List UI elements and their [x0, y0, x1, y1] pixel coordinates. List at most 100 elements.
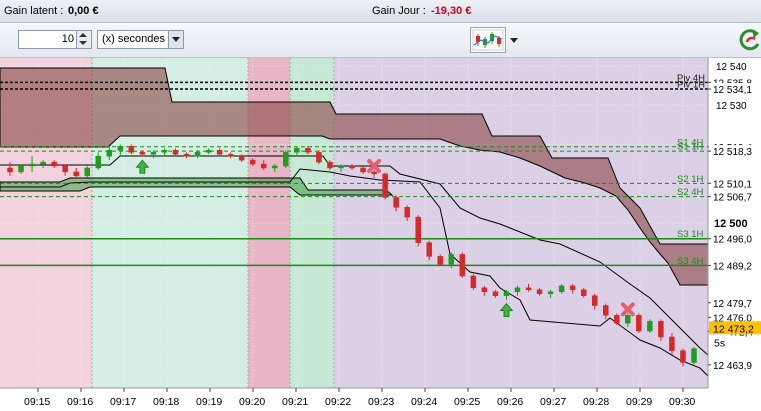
time-label: 09:24 — [411, 396, 437, 408]
time-label: 09:27 — [540, 396, 566, 408]
candle-down — [139, 152, 146, 155]
time-label: 09:30 — [669, 396, 695, 408]
candle-down — [580, 289, 587, 296]
level-label: Piv 1H — [677, 80, 705, 91]
candle-down — [569, 285, 576, 291]
chevron-down-icon — [510, 38, 518, 43]
candle-up — [18, 165, 24, 173]
interval-spinner[interactable]: 10 — [18, 30, 92, 49]
candle-down — [680, 350, 686, 363]
candle-down — [636, 315, 642, 332]
gain-jour-value: -19,30 € — [431, 5, 472, 17]
current-price-label: 12 473,2 — [713, 323, 754, 335]
gain-jour-label: Gain Jour : — [372, 5, 426, 17]
candle-down — [260, 163, 267, 169]
candle-down — [614, 315, 620, 324]
candle-down — [426, 242, 432, 257]
candle-up — [448, 254, 455, 265]
level-label: S3 4H — [677, 256, 704, 267]
candle-up — [691, 348, 697, 363]
level-label: S3 1H — [677, 229, 704, 240]
chevron-down-icon — [172, 37, 180, 42]
candle-down — [658, 320, 664, 338]
candle-down — [470, 275, 477, 289]
candle-down — [349, 165, 355, 169]
candle-up — [514, 287, 521, 292]
refresh-button[interactable] — [738, 27, 761, 55]
candle-up — [117, 146, 124, 151]
price-chart[interactable]: Piv 4HPiv 1HS1 4HS1 1HS2 1HS2 4HS3 1HS3 … — [0, 58, 761, 411]
interval-value[interactable]: 10 — [62, 33, 74, 45]
current-price-tag: 12 473,2 — [709, 321, 761, 335]
interval-unit-label: (x) secondes — [102, 33, 165, 45]
level-label: S1 1H — [677, 142, 704, 153]
chart-toolbar: 10 (x) secondes — [0, 23, 761, 58]
candle-up — [150, 152, 157, 155]
candle-up — [272, 165, 278, 169]
candle-down — [172, 150, 179, 155]
candle-up — [625, 315, 631, 324]
price-label: 12 510,1 — [713, 179, 752, 190]
time-label: 09:16 — [67, 396, 93, 408]
candlestick-chart-icon — [472, 29, 504, 51]
time-label: 09:17 — [110, 396, 136, 408]
candle-down — [51, 161, 57, 167]
candle-down — [327, 161, 333, 169]
time-label: 09:25 — [454, 396, 480, 408]
candle-up — [547, 291, 554, 294]
candle-up — [338, 165, 344, 169]
level-label: S2 1H — [677, 174, 704, 185]
gain-latent-label: Gain latent : — [4, 5, 64, 17]
candle-down — [492, 291, 499, 296]
candle-down — [591, 295, 598, 306]
time-label: 09:22 — [325, 396, 351, 408]
level-label: S2 4H — [677, 187, 704, 198]
time-label: 09:19 — [196, 396, 222, 408]
candle-down — [459, 254, 466, 277]
candle-down — [73, 171, 79, 177]
candle-up — [40, 161, 46, 165]
price-tick-label: 12 540 — [716, 62, 747, 73]
candle-up — [503, 291, 510, 296]
spin-down-icon[interactable] — [79, 41, 87, 45]
indicator-dropdown[interactable] — [507, 27, 520, 53]
period-label: 5s — [714, 337, 725, 349]
spin-up-icon[interactable] — [79, 33, 87, 37]
price-tick-label: 12 530 — [716, 101, 747, 112]
time-label: 09:15 — [24, 396, 50, 408]
status-bar: Gain latent : 0,00 € Gain Jour : -19,30 … — [0, 0, 761, 23]
candle-up — [205, 150, 212, 153]
candle-down — [404, 207, 410, 218]
candle-down — [183, 154, 190, 157]
time-label: 09:28 — [583, 396, 609, 408]
candle-up — [29, 163, 35, 167]
interval-unit-select[interactable]: (x) secondes — [97, 30, 184, 49]
candle-down — [216, 150, 223, 155]
candle-up — [161, 150, 168, 153]
price-tick-label: 12 500 — [714, 218, 748, 230]
candle-up — [647, 320, 653, 332]
candle-up — [294, 148, 300, 153]
price-label: 12 534,1 — [713, 85, 752, 96]
unit-dropdown-button[interactable] — [168, 31, 183, 48]
candle-down — [437, 256, 444, 265]
refresh-icon — [739, 29, 760, 51]
price-label: 12 479,7 — [713, 299, 752, 310]
candle-up — [106, 150, 113, 157]
price-label: 12 496,0 — [713, 235, 752, 246]
time-label: 09:29 — [626, 396, 652, 408]
candle-up — [194, 152, 201, 157]
candle-down — [525, 287, 532, 291]
gain-latent-value: 0,00 € — [68, 5, 99, 17]
price-label: 12 489,2 — [713, 261, 752, 272]
candle-down — [371, 171, 377, 175]
time-label: 09:21 — [282, 396, 308, 408]
candle-down — [305, 148, 311, 153]
candle-up — [283, 152, 289, 167]
indicator-button[interactable] — [470, 27, 506, 53]
time-label: 09:26 — [497, 396, 523, 408]
spinner-buttons[interactable] — [76, 31, 91, 48]
price-label: 12 463,9 — [713, 361, 752, 372]
candle-down — [316, 152, 322, 163]
candle-down — [249, 159, 256, 165]
